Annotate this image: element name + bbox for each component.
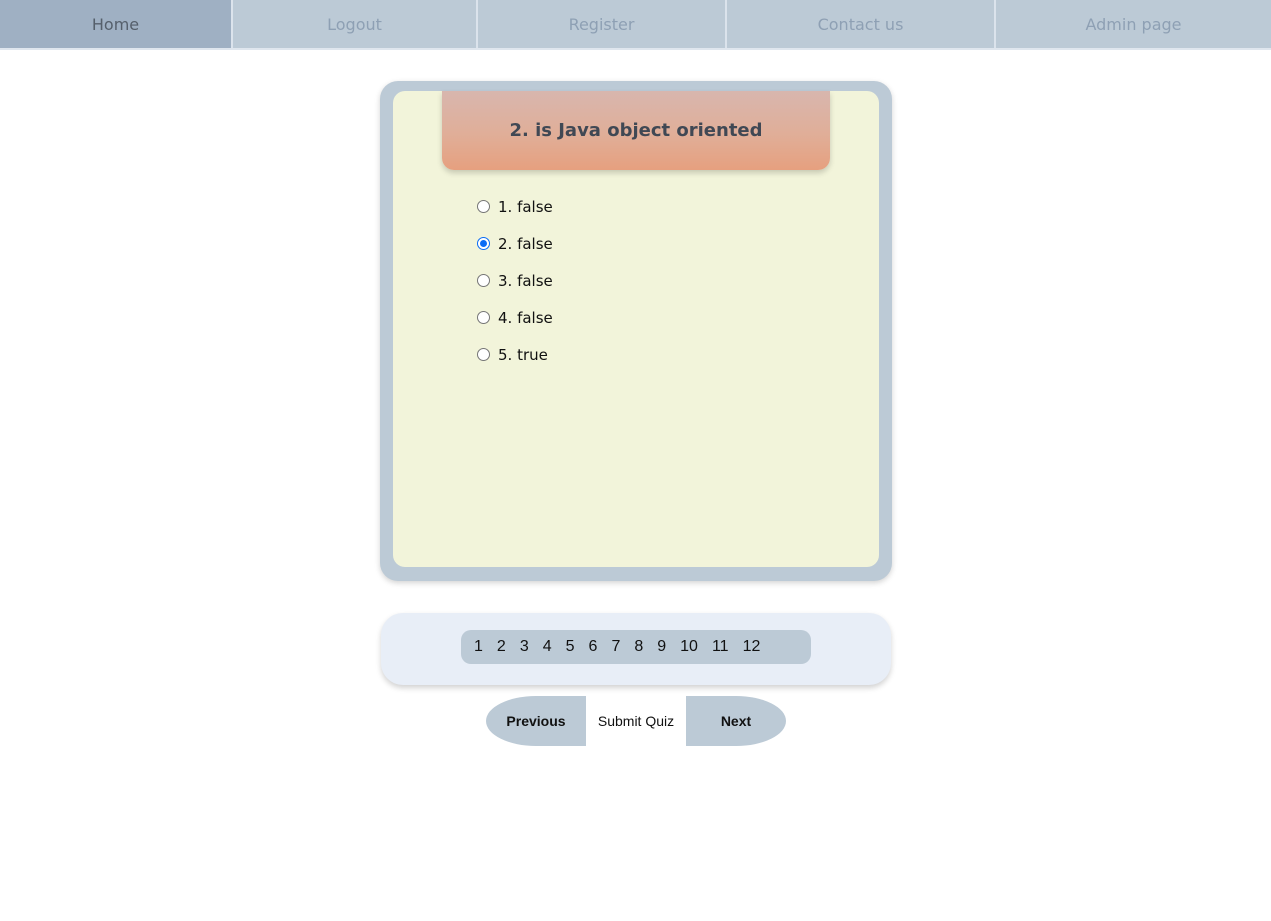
page-link-4[interactable]: 4 — [536, 638, 559, 656]
option-label[interactable]: 2. false — [498, 235, 553, 253]
answer-option[interactable]: 1. false — [477, 188, 553, 225]
page-link-11[interactable]: 11 — [705, 638, 736, 656]
question-banner: 2. is Java object oriented — [442, 91, 830, 170]
answer-option[interactable]: 3. false — [477, 262, 553, 299]
nav-item-register[interactable]: Register — [478, 0, 727, 48]
page-link-10[interactable]: 10 — [673, 638, 705, 656]
question-pagination: 1 2 3 4 5 6 7 8 9 10 11 12 — [461, 630, 811, 664]
top-navbar: Home Logout Register Contact us Admin pa… — [0, 0, 1271, 50]
page-link-7[interactable]: 7 — [604, 638, 627, 656]
quiz-card: 2. is Java object oriented 1. false 2. f… — [380, 81, 892, 581]
option-label[interactable]: 5. true — [498, 346, 548, 364]
answer-option[interactable]: 2. false — [477, 225, 553, 262]
radio-button-option-5[interactable] — [477, 348, 490, 361]
option-label[interactable]: 3. false — [498, 272, 553, 290]
nav-item-logout[interactable]: Logout — [233, 0, 478, 48]
pagination-panel: 1 2 3 4 5 6 7 8 9 10 11 12 — [381, 613, 891, 685]
quiz-card-body: 2. is Java object oriented 1. false 2. f… — [393, 91, 879, 567]
nav-item-contact-us[interactable]: Contact us — [727, 0, 996, 48]
radio-button-option-1[interactable] — [477, 200, 490, 213]
page-link-12[interactable]: 12 — [736, 638, 768, 656]
nav-item-admin-page[interactable]: Admin page — [996, 0, 1271, 48]
quiz-controls: Previous Submit Quiz Next — [486, 696, 786, 746]
option-label[interactable]: 1. false — [498, 198, 553, 216]
radio-button-option-2[interactable] — [477, 237, 490, 250]
radio-button-option-3[interactable] — [477, 274, 490, 287]
page-link-9[interactable]: 9 — [650, 638, 673, 656]
answer-option[interactable]: 5. true — [477, 336, 553, 373]
page-link-6[interactable]: 6 — [582, 638, 605, 656]
answer-option[interactable]: 4. false — [477, 299, 553, 336]
page-link-8[interactable]: 8 — [627, 638, 650, 656]
next-button[interactable]: Next — [686, 696, 786, 746]
page-link-1[interactable]: 1 — [467, 638, 490, 656]
answer-options: 1. false 2. false 3. false 4. false 5. t… — [477, 188, 553, 373]
page-link-3[interactable]: 3 — [513, 638, 536, 656]
page-link-5[interactable]: 5 — [559, 638, 582, 656]
nav-item-home[interactable]: Home — [0, 0, 233, 48]
radio-button-option-4[interactable] — [477, 311, 490, 324]
page-link-2[interactable]: 2 — [490, 638, 513, 656]
option-label[interactable]: 4. false — [498, 309, 553, 327]
previous-button[interactable]: Previous — [486, 696, 586, 746]
submit-quiz-button[interactable]: Submit Quiz — [586, 696, 686, 746]
question-title: 2. is Java object oriented — [509, 120, 763, 141]
